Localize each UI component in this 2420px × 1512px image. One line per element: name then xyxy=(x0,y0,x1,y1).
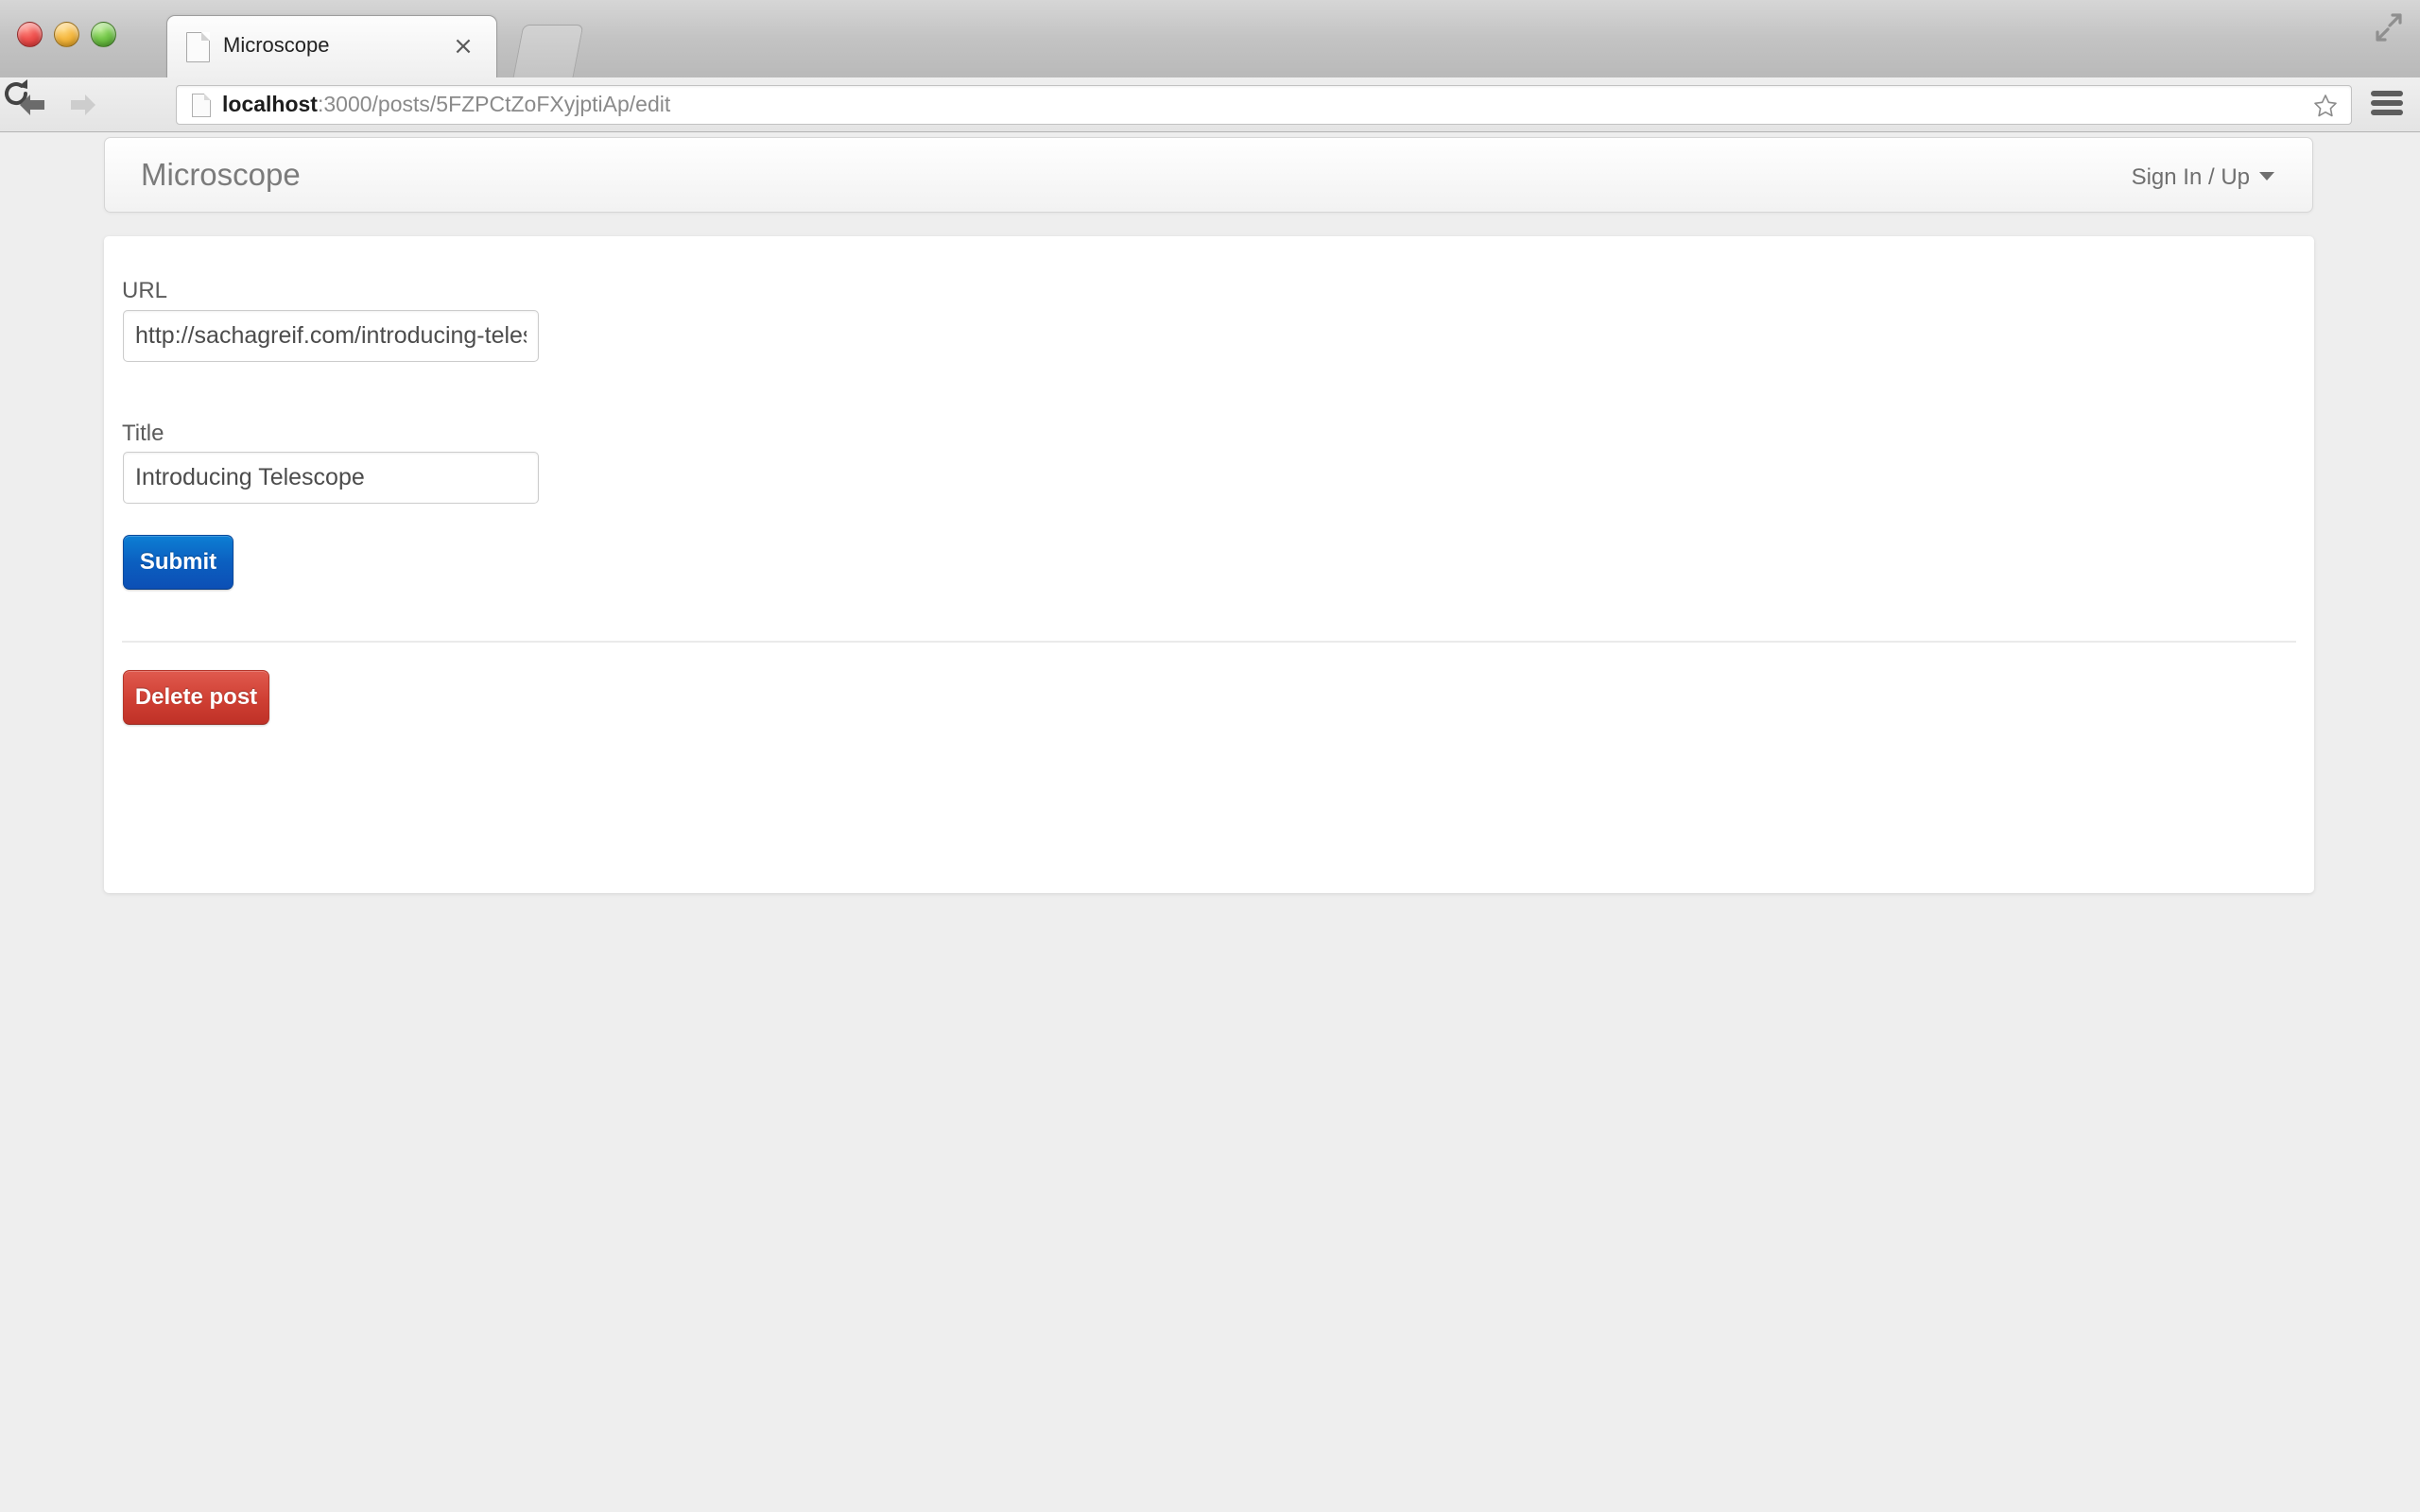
title-field-label: Title xyxy=(122,421,164,446)
submit-button[interactable]: Submit xyxy=(123,535,233,590)
site-navbar: Microscope Sign In / Up xyxy=(104,137,2313,213)
sign-in-up-label: Sign In / Up xyxy=(2131,164,2250,190)
page-icon xyxy=(192,94,211,117)
zoom-window-button[interactable] xyxy=(91,22,116,47)
tab-strip: Microscope × xyxy=(0,0,2420,78)
address-bar[interactable]: localhost:3000/posts/5FZPCtZoFXyjptiAp/e… xyxy=(176,85,2352,125)
delete-post-button[interactable]: Delete post xyxy=(123,670,269,725)
hamburger-menu-icon[interactable] xyxy=(2371,91,2403,115)
tab-title: Microscope xyxy=(223,33,330,57)
fullscreen-expand-icon[interactable] xyxy=(2371,9,2407,45)
page-icon xyxy=(186,32,210,62)
back-arrow-icon[interactable] xyxy=(15,89,49,121)
browser-toolbar: localhost:3000/posts/5FZPCtZoFXyjptiAp/e… xyxy=(0,77,2420,132)
browser-window: Microscope × localhost:3000/posts/5FZPCt… xyxy=(0,0,2420,1512)
minimize-window-button[interactable] xyxy=(54,22,79,47)
section-divider xyxy=(122,641,2296,643)
forward-arrow-icon[interactable] xyxy=(66,89,100,121)
close-window-button[interactable] xyxy=(17,22,43,47)
sign-in-up-menu[interactable]: Sign In / Up xyxy=(2132,164,2274,191)
chevron-down-icon xyxy=(2259,172,2274,180)
url-field-label: URL xyxy=(122,278,168,303)
window-traffic-lights xyxy=(17,22,121,47)
address-bar-host: localhost xyxy=(222,92,318,116)
close-icon[interactable]: × xyxy=(451,34,475,59)
browser-tab[interactable]: Microscope × xyxy=(166,15,497,78)
url-input[interactable] xyxy=(123,310,539,362)
new-tab-button[interactable] xyxy=(512,25,584,77)
address-bar-path: :3000/posts/5FZPCtZoFXyjptiAp/edit xyxy=(317,92,671,116)
title-input[interactable] xyxy=(123,452,539,504)
star-icon[interactable] xyxy=(2313,94,2338,118)
page-viewport: Microscope Sign In / Up URL Title Submit… xyxy=(0,132,2420,1512)
address-bar-url: localhost:3000/posts/5FZPCtZoFXyjptiAp/e… xyxy=(222,92,670,117)
site-brand[interactable]: Microscope xyxy=(141,157,301,193)
edit-post-panel: URL Title Submit Delete post xyxy=(104,236,2314,893)
